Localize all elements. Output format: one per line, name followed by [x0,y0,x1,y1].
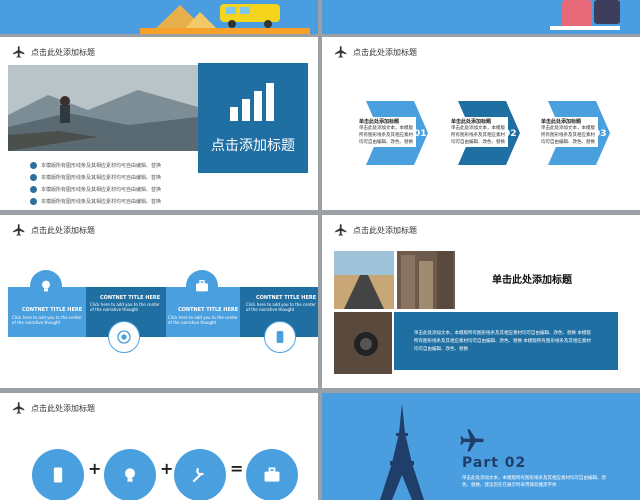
list-item: 本模版所有图形线条及其相应素材均可自由编辑、替换 [30,171,161,183]
road-photo [334,251,394,309]
bullet-icon [30,173,37,181]
slide-header-text: 点击此处添加标题 [353,225,417,235]
slide-timeline-band[interactable]: 点击此处添加标题 CONTNET TITLE HERE Click here t… [0,215,318,388]
slide-title: 单击此处添加标题 [492,275,572,286]
big-title: 点击添加标题 [211,138,295,154]
eiffel-tower [380,403,424,500]
travel-illustration [140,4,310,34]
item-text: Click here to add you to the center of t… [12,315,82,325]
plane-icon [460,429,484,452]
text-box: 单击此处添加文本，本模版所有图形线条及其相应素材均可自由编辑、改色、替换 本模版… [394,312,618,370]
item-text: Click here to add you to the center of t… [168,315,238,325]
tools-icon [174,449,226,500]
equals-operator: = [230,459,244,478]
list-item: 本模版所有图形线条及其相应素材均可自由编辑、替换 [30,183,161,195]
slide-header: 点击此处添加标题 [12,223,95,237]
slide-header-text: 点击此处添加标题 [31,47,95,57]
plane-icon [13,402,25,414]
item-title: CONTNET TITLE HERE [178,307,239,313]
plane-icon [335,224,347,236]
part-label: Part 02 [462,455,527,471]
slide-header: 点击此处添加标题 [334,223,417,237]
bullet-list: 本模版所有图形线条及其相应素材均可自由编辑、替换 本模版所有图形线条及其相应素材… [30,159,161,207]
slide-header: 点击此处添加标题 [334,45,417,59]
slide-header: 点击此处添加标题 [12,45,95,59]
item-text: Click here to add you to the center of t… [90,302,160,312]
plane-icon [13,46,25,58]
slide-header: 点击此处添加标题 [12,401,95,415]
camera-photo [334,312,392,374]
bulb-icon [104,449,156,500]
step-number: 02 [504,129,517,139]
title-box: 点击添加标题 [198,63,308,173]
slide-top-right[interactable] [322,0,640,34]
traveler-illustration [550,0,620,30]
slide-equation[interactable]: 点击此处添加标题 + + = [0,393,318,500]
street-photo [397,251,455,309]
phone-icon [264,321,296,353]
slide-top-left[interactable] [0,0,318,34]
slide-photo-grid[interactable]: 点击此处添加标题 单击此处添加标题 单击此处添加文本，本模版所有图形线条及其相应… [322,215,640,388]
bullet-icon [30,185,37,193]
slide-header-text: 点击此处添加标题 [353,47,417,57]
body-text: 单击此处添加文本，本模版所有图形线条及其相应素材均可自由编辑、改色、替换 本模版… [414,331,591,352]
step-card: 单击此处添加标题 单击此处添加文本，本模版所有图形线条及其相应素材均可自由编辑、… [358,117,416,147]
item-title: CONTNET TITLE HERE [22,307,83,313]
slide-header-text: 点击此处添加标题 [31,225,95,235]
briefcase-icon [186,270,218,302]
list-item: 本模版所有图形线条及其相应素材均可自由编辑、替换 [30,159,161,171]
step-card: 单击此处添加标题 单击此处添加文本，本模版所有图形线条及其相应素材均可自由编辑、… [540,117,598,147]
plane-icon [13,224,25,236]
slide-photo-title[interactable]: 点击此处添加标题 点击添加标题 本模版所有图形线条及其相应素材均可自由编辑、替换… [0,37,318,210]
bulb-icon [30,270,62,302]
step-card: 单击此处添加标题 单击此处添加文本，本模版所有图形线条及其相应素材均可自由编辑、… [450,117,508,147]
bar-chart-icon [230,83,274,121]
plus-operator: + [88,459,102,478]
plus-operator: + [160,459,174,478]
mountain-photo [8,65,198,151]
slide-chevron-steps[interactable]: 点击此处添加标题 单击此处添加标题 单击此处添加文本，本模版所有图形线条及其相应… [322,37,640,210]
part-text: 单击此处添加文本，本模版所有图形线条及其相应素材均可自由编辑、改色、替换。建议您… [462,476,606,488]
bullet-icon [30,197,37,205]
list-item: 本模版所有图形线条及其相应素材均可自由编辑、替换 [30,195,161,207]
plane-icon [335,46,347,58]
slide-header-text: 点击此处添加标题 [31,403,95,413]
slide-section-part[interactable]: Part 02 单击此处添加文本，本模版所有图形线条及其相应素材均可自由编辑、改… [322,393,640,500]
item-text: Click here to add you to the center of t… [246,302,316,312]
briefcase-icon [246,449,298,500]
item-title: CONTNET TITLE HERE [256,295,317,301]
bullet-icon [30,161,37,169]
step-number: 01 [414,129,427,139]
item-title: CONTNET TITLE HERE [100,295,161,301]
phone-icon [32,449,84,500]
target-icon [108,321,140,353]
step-number: 03 [594,129,607,139]
